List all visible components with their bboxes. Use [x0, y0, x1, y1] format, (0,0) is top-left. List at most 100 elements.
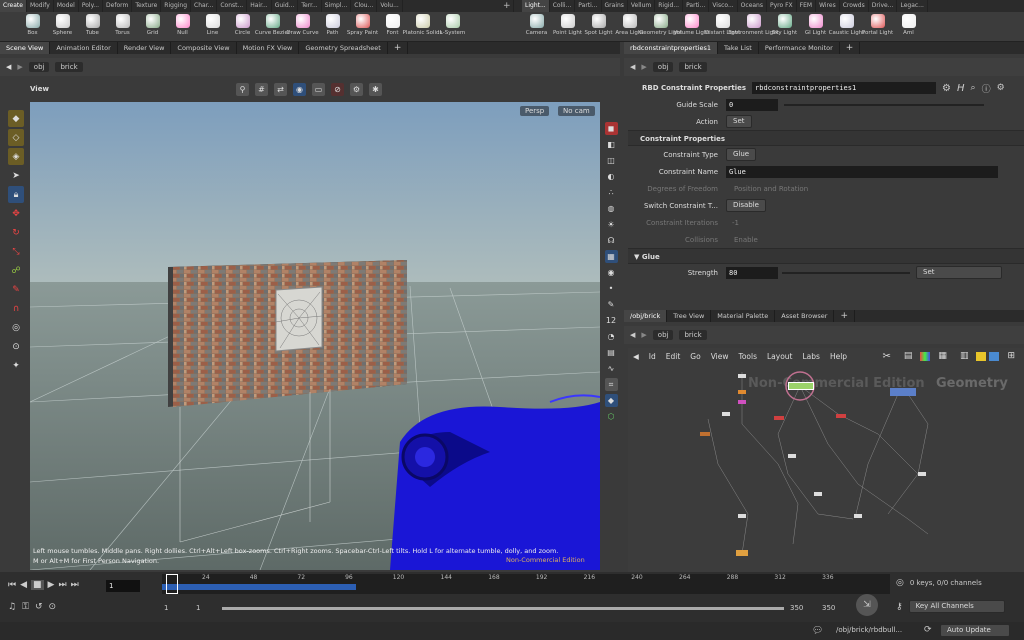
network-menu-help[interactable]: Help	[825, 352, 852, 361]
section-constraint-properties[interactable]: Constraint Properties	[628, 130, 1024, 146]
network-menu-id[interactable]: Id	[644, 352, 661, 361]
tab-right-0[interactable]: rbdconstraintproperties1	[624, 42, 718, 54]
display-icon[interactable]: ⇄	[274, 83, 287, 96]
end-frame[interactable]: 350	[790, 604, 803, 612]
dot-icon[interactable]: •	[605, 282, 618, 295]
strength-field[interactable]: 80	[726, 266, 778, 279]
strength-slider[interactable]	[782, 271, 910, 274]
pen-icon[interactable]: ✎	[605, 298, 618, 311]
jump-end-icon[interactable]: ⏭	[71, 580, 79, 590]
constraint-type-menu[interactable]: Glue	[726, 148, 757, 161]
shelf-tool-8[interactable]: Curve Bezier	[255, 12, 290, 42]
net-path-node[interactable]: brick	[679, 330, 707, 340]
grid-view-icon[interactable]: ▦	[933, 351, 952, 361]
channel-icon[interactable]: ◎	[896, 578, 904, 588]
shelf-tool-7[interactable]: Circle	[228, 12, 257, 42]
points-icon[interactable]: ∴	[605, 186, 618, 199]
shelf-tool-9[interactable]: Draw Curve	[286, 12, 319, 42]
action-menu[interactable]: Set	[726, 115, 752, 128]
guide-icon[interactable]: ◉	[605, 266, 618, 279]
shelf-tab-right-12[interactable]: Crowds	[840, 0, 869, 12]
stop-icon[interactable]: ■	[31, 580, 44, 590]
shelf-tool-11[interactable]: Spray Paint	[347, 12, 378, 42]
tab-network-3[interactable]: Asset Browser	[775, 310, 835, 322]
node-pink[interactable]	[738, 400, 746, 404]
path-node[interactable]: brick	[55, 62, 83, 72]
select-icon[interactable]: ◆	[8, 110, 24, 127]
render-region-icon[interactable]: ▭	[312, 83, 325, 96]
search-icon[interactable]: ⌕	[971, 83, 976, 93]
network-menu-go[interactable]: Go	[685, 352, 705, 361]
collisions-menu[interactable]: Enable	[726, 236, 758, 244]
view-icon[interactable]: ◎	[8, 319, 24, 336]
node-gray-6[interactable]	[738, 514, 746, 518]
shelf-tab-right-1[interactable]: Colli...	[550, 0, 576, 12]
snap-grid-icon[interactable]: ⌗	[604, 378, 618, 391]
shelf-tab-14[interactable]: Volu...	[377, 0, 403, 12]
node-output[interactable]	[736, 550, 748, 556]
back-icon-net[interactable]: ◀	[630, 331, 635, 339]
shelf-tool-right-10[interactable]: Caustic Light	[829, 12, 864, 42]
ghost-icon[interactable]: ◧	[605, 138, 618, 151]
node-selected[interactable]	[788, 382, 814, 390]
shelf-tool-right-2[interactable]: Spot Light	[584, 12, 613, 42]
tree-icon[interactable]: ⊞	[1002, 351, 1020, 361]
scene-viewport[interactable]: Persp No cam Left mouse tumbles. Middle …	[30, 102, 600, 570]
magnet-icon[interactable]: ∩	[8, 300, 24, 317]
persp-menu[interactable]: Persp	[520, 106, 550, 116]
play-icon[interactable]: ▶	[48, 580, 55, 590]
node-gray-2[interactable]	[722, 412, 730, 416]
node-gray-5[interactable]	[918, 472, 926, 476]
shelf-tool-14[interactable]: L-System	[438, 12, 467, 42]
forward-icon-net[interactable]: ▶	[641, 331, 646, 339]
sound-icon[interactable]: ♫	[8, 602, 16, 612]
update-mode-menu[interactable]: Auto Update	[940, 624, 1010, 637]
tab-network-0[interactable]: /obj/brick	[624, 310, 668, 322]
guide-scale-slider[interactable]	[784, 103, 984, 106]
shelf-tab-right-9[interactable]: Pyro FX	[767, 0, 797, 12]
back-icon-right[interactable]: ◀	[630, 63, 635, 71]
shelf-tool-right-3[interactable]: Area Light	[615, 12, 644, 42]
shelf-tab-13[interactable]: Clou...	[351, 0, 378, 12]
network-menu-labs[interactable]: Labs	[798, 352, 825, 361]
add-shelf-button[interactable]: +	[500, 0, 514, 12]
shelf-tool-right-5[interactable]: Volume Light	[674, 12, 709, 42]
snap-icon[interactable]: ⚲	[236, 83, 249, 96]
shelf-tool-3[interactable]: Torus	[108, 12, 137, 42]
constraint-name-field[interactable]: Glue	[726, 165, 998, 178]
shelf-tab-10[interactable]: Guid...	[272, 0, 299, 12]
switch-constraint-menu[interactable]: Disable	[726, 199, 766, 212]
shelf-tab-right-2[interactable]: Parti...	[575, 0, 602, 12]
shelf-tool-right-6[interactable]: Distant Light	[705, 12, 740, 42]
shelf-tool-right-7[interactable]: Environment Light	[728, 12, 779, 42]
network-menu-tools[interactable]: Tools	[734, 352, 762, 361]
iterations-field[interactable]: -1	[726, 219, 778, 227]
node-orange-2[interactable]	[700, 432, 710, 436]
shelf-tab-right-6[interactable]: Parti...	[683, 0, 710, 12]
gear-icon-param[interactable]: ⚙	[942, 83, 951, 94]
shelf-tab-2[interactable]: Model	[54, 0, 79, 12]
shelf-tool-right-11[interactable]: Portal Light	[862, 12, 893, 42]
shelf-tool-5[interactable]: Null	[168, 12, 197, 42]
frame-ruler[interactable]: 24 48 72 96 120 144 168 192 216 240 264 288 312 336	[162, 574, 890, 594]
camera-menu-icon[interactable]: ◉	[293, 83, 306, 96]
shelf-tool-right-1[interactable]: Point Light	[553, 12, 582, 42]
shelf-tab-12[interactable]: Simpl...	[322, 0, 352, 12]
node-red-2[interactable]	[836, 414, 846, 418]
param-path-root[interactable]: obj	[652, 62, 674, 72]
bg-icon[interactable]: ▦	[604, 250, 618, 263]
tab-network-2[interactable]: Material Palette	[711, 310, 776, 322]
add-tab-button-right[interactable]: +	[840, 42, 861, 54]
shelf-tab-1[interactable]: Modify	[27, 0, 54, 12]
section-glue[interactable]: ▼ Glue	[628, 248, 1024, 264]
node-orange[interactable]	[738, 390, 746, 394]
shelf-tab-3[interactable]: Poly...	[79, 0, 104, 12]
tab-right-2[interactable]: Performance Monitor	[759, 42, 840, 54]
normals-icon[interactable]: ◍	[605, 202, 618, 215]
step-back-icon[interactable]: ◀	[20, 580, 27, 590]
pointer-icon[interactable]: ➤	[8, 167, 24, 184]
tab-left-5[interactable]: Geometry Spreadsheet	[299, 42, 388, 54]
key-icon[interactable]: ⚷	[896, 602, 903, 612]
shelf-tool-13[interactable]: Platonic Solids	[403, 12, 442, 42]
forward-icon-right[interactable]: ▶	[641, 63, 646, 71]
